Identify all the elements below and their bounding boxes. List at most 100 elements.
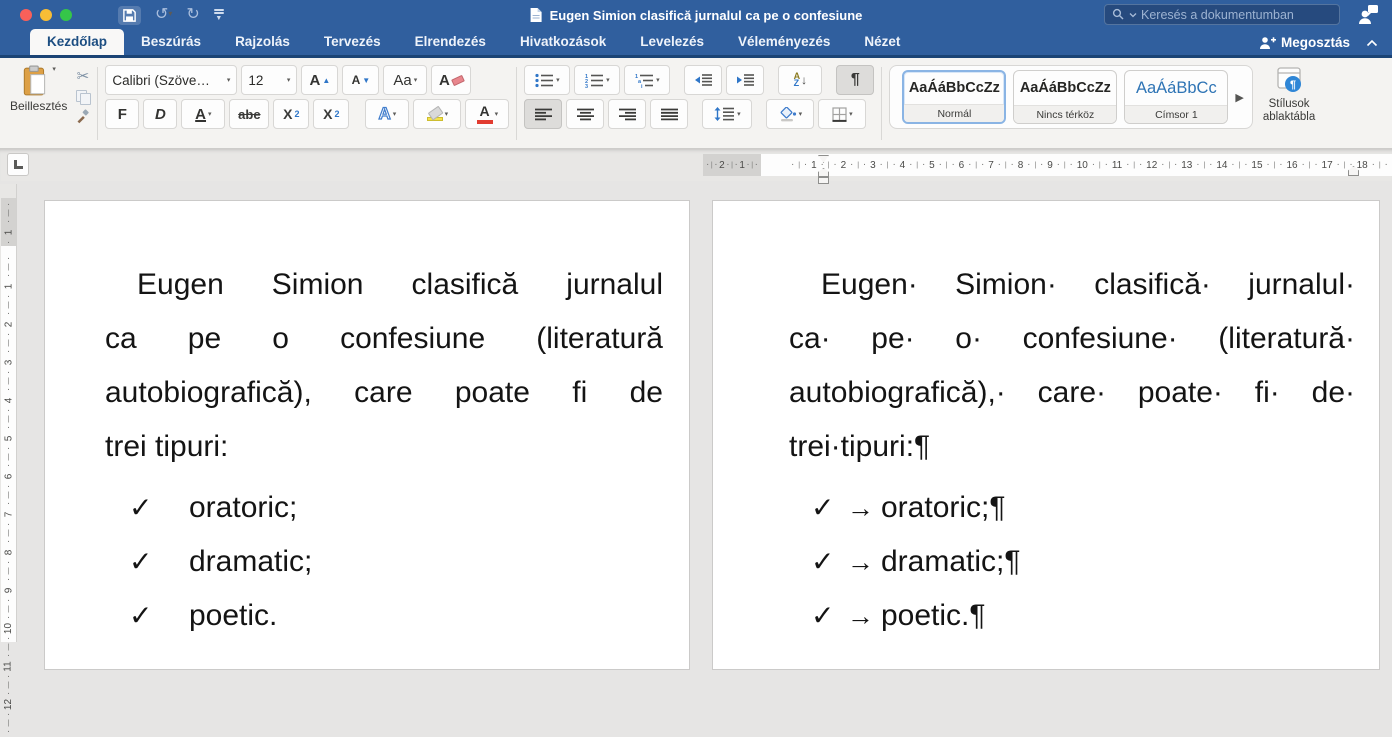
paragraph-line: trei·tipuri:¶ — [789, 420, 1355, 474]
align-right-icon — [619, 108, 636, 121]
tab-nezet[interactable]: Nézet — [847, 29, 917, 55]
paragraph-line: autobiografică), care poate fi de — [105, 366, 663, 420]
account-button[interactable] — [1356, 3, 1380, 32]
vertical-ruler-margin: ·|·1·|· — [1, 198, 16, 246]
paragraph-line: ca pe o confesiune (literatură — [105, 312, 663, 366]
share-button[interactable]: Megosztás — [1259, 35, 1350, 50]
highlight-color-button[interactable]: ▾ — [413, 99, 461, 129]
underline-button[interactable]: A▾ — [181, 99, 225, 129]
styles-pane-button[interactable]: ¶ Stílusokablaktábla — [1263, 65, 1315, 124]
list-item-text: oratoric; — [189, 481, 297, 535]
tab-rajzolas[interactable]: Rajzolás — [218, 29, 307, 55]
paragraph-line: ca· pe· o· confesiune· (literatură· — [789, 312, 1355, 366]
justify-button[interactable] — [650, 99, 688, 129]
grow-font-arrow-icon: ▲ — [322, 76, 330, 85]
collapse-ribbon-button[interactable] — [1366, 39, 1378, 47]
page-2-text[interactable]: Eugen· Simion· clasifică· jurnalul· ca· … — [713, 201, 1379, 643]
format-painter-button[interactable] — [75, 109, 90, 124]
tab-stop-icon — [14, 160, 23, 169]
show-formatting-marks-button[interactable]: ¶ — [836, 65, 874, 95]
clear-formatting-button[interactable]: A — [431, 65, 471, 95]
style-card-no-spacing[interactable]: AaÁáBbCcZz Nincs térköz — [1013, 70, 1117, 124]
search-input[interactable]: Keresés a dokumentumban — [1104, 4, 1340, 25]
borders-icon — [832, 107, 847, 122]
copy-button[interactable] — [76, 90, 89, 103]
tab-tervezes[interactable]: Tervezés — [307, 29, 398, 55]
tab-levelezes[interactable]: Levelezés — [623, 29, 721, 55]
pilcrow-icon: ¶ — [851, 71, 860, 89]
change-case-button[interactable]: Aa▾ — [383, 65, 427, 95]
tab-velemenyezes[interactable]: Véleményezés — [721, 29, 847, 55]
list-item-text: poetic. — [189, 589, 277, 643]
tab-elrendezes[interactable]: Elrendezés — [398, 29, 503, 55]
undo-dropdown-icon[interactable]: ▾ — [168, 9, 172, 18]
check-list: ✓→oratoric;¶ ✓→dramatic;¶ ✓→poetic.¶ — [789, 481, 1355, 643]
align-center-button[interactable] — [566, 99, 604, 129]
tab-hivatkozasok[interactable]: Hivatkozások — [503, 29, 623, 55]
superscript-button[interactable]: X2 — [313, 99, 349, 129]
page-2[interactable]: Eugen· Simion· clasifică· jurnalul· ca· … — [712, 200, 1380, 670]
document-title-text: Eugen Simion clasifică jurnalul ca pe o … — [550, 8, 863, 23]
page-1[interactable]: Eugen Simion clasifică jurnalul ca pe o … — [44, 200, 690, 670]
sort-button[interactable]: AZ↓ — [778, 65, 822, 95]
style-card-heading1[interactable]: AaÁáBbCc Címsor 1 — [1124, 70, 1228, 124]
shading-button[interactable]: ▾ — [766, 99, 814, 129]
svg-text:i: i — [641, 84, 643, 88]
left-indent-marker[interactable] — [818, 177, 829, 184]
decrease-indent-button[interactable] — [684, 65, 722, 95]
zoom-window-button[interactable] — [60, 9, 72, 21]
customize-toolbar-button[interactable]: ▼ — [214, 9, 224, 22]
font-name-combobox[interactable]: Calibri (Szöve…▾ — [105, 65, 237, 95]
align-left-button[interactable] — [524, 99, 562, 129]
eraser-icon — [451, 74, 465, 85]
save-button[interactable] — [118, 6, 141, 25]
tab-kezdolap[interactable]: Kezdőlap — [30, 29, 124, 55]
page-1-text[interactable]: Eugen Simion clasifică jurnalul ca pe o … — [45, 201, 689, 643]
search-icon — [1112, 8, 1125, 21]
redo-button[interactable]: ↻ — [186, 7, 199, 23]
paragraph-line: autobiografică),· care· poate· fi· de· — [789, 366, 1355, 420]
styles-gallery: AaÁáBbCcZz Normál AaÁáBbCcZz Nincs térkö… — [889, 65, 1252, 129]
borders-button[interactable]: ▾ — [818, 99, 866, 129]
vertical-ruler[interactable]: ·|·1·|· ·|·1·|·2·|·3·|·4·|·5·|·6·|·7·|·8… — [0, 184, 17, 642]
italic-button[interactable]: D — [143, 99, 177, 129]
font-size-combobox[interactable]: 12▾ — [241, 65, 297, 95]
paste-dropdown-icon[interactable]: ▾ — [52, 65, 56, 73]
svg-text:¶: ¶ — [1290, 79, 1296, 91]
ribbon-tabs: Kezdőlap Beszúrás Rajzolás Tervezés Elre… — [30, 29, 917, 55]
font-color-button[interactable]: A▾ — [465, 99, 509, 129]
minimize-window-button[interactable] — [40, 9, 52, 21]
tab-stop-selector[interactable] — [7, 153, 29, 176]
strikethrough-button[interactable]: abe — [229, 99, 269, 129]
list-item: ✓→poetic.¶ — [789, 589, 1355, 643]
grow-font-button[interactable]: A▲ — [301, 65, 338, 95]
styles-pane-icon: ¶ — [1273, 67, 1305, 95]
shrink-font-button[interactable]: A▼ — [342, 65, 379, 95]
increase-indent-button[interactable] — [726, 65, 764, 95]
cut-button[interactable]: ✂ — [77, 69, 90, 84]
line-spacing-button[interactable]: ▾ — [702, 99, 752, 129]
bullets-button[interactable]: ▾ — [524, 65, 570, 95]
font-color-icon: A — [477, 104, 493, 123]
text-effects-button[interactable]: A▾ — [365, 99, 409, 129]
search-scope-chevron-icon[interactable] — [1129, 12, 1137, 18]
clipboard-group: ▾ Beillesztés ✂ — [10, 65, 90, 124]
numbering-button[interactable]: 123▾ — [574, 65, 620, 95]
bold-button[interactable]: F — [105, 99, 139, 129]
undo-button[interactable]: ↺▾ — [155, 7, 172, 23]
multilevel-list-button[interactable]: 1ai▾ — [624, 65, 670, 95]
share-label: Megosztás — [1281, 35, 1350, 50]
list-item: ✓oratoric; — [105, 481, 663, 535]
more-styles-button[interactable]: ▶ — [1235, 91, 1243, 104]
checkmark-bullet: ✓ — [811, 481, 847, 535]
paragraph-line: Eugen Simion clasifică jurnalul — [105, 258, 663, 312]
horizontal-ruler[interactable]: ·|·2·|·1·|· ·|·1·|·2·|·3·|·4·|·5·|·6·|·7… — [0, 149, 1392, 181]
close-window-button[interactable] — [20, 9, 32, 21]
quick-access-toolbar: ↺▾ ↻ ▼ — [118, 0, 224, 30]
style-card-normal[interactable]: AaÁáBbCcZz Normál — [902, 70, 1006, 124]
paste-button[interactable]: ▾ Beillesztés — [10, 65, 67, 124]
person-chat-icon — [1356, 3, 1380, 27]
subscript-button[interactable]: X2 — [273, 99, 309, 129]
align-right-button[interactable] — [608, 99, 646, 129]
tab-beszuras[interactable]: Beszúrás — [124, 29, 218, 55]
